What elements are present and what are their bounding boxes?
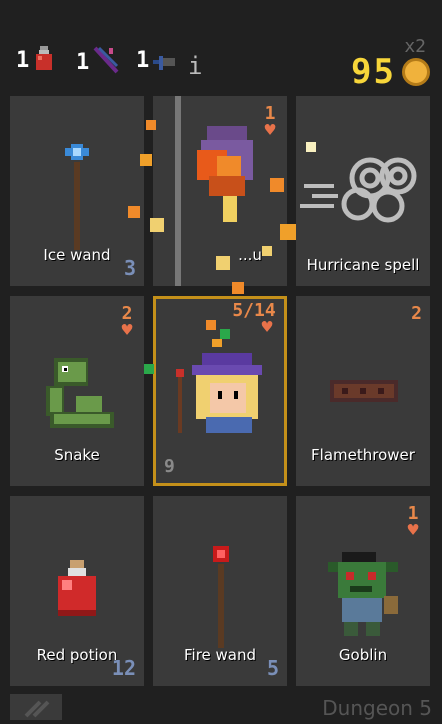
info-button[interactable]: i xyxy=(188,52,202,80)
card-name: Goblin xyxy=(338,646,388,664)
wizard-hero-icon xyxy=(176,329,262,433)
dungeon-label: Dungeon 5 xyxy=(322,696,432,720)
heart-icon: ♥ xyxy=(264,120,276,141)
flamethrower-icon xyxy=(330,380,398,402)
card-goblin[interactable]: 1 ♥ Goblin xyxy=(296,496,430,686)
gold-display: 95 xyxy=(351,52,430,92)
fire-wand-icon xyxy=(213,546,229,648)
card-name: Hurricane spell xyxy=(306,256,420,274)
snake-icon xyxy=(46,358,114,428)
arrow-icon xyxy=(153,56,176,70)
card-ice-wand[interactable]: Ice wand 3 xyxy=(10,96,144,286)
card-hp: 5/14 ♥ xyxy=(232,301,276,338)
card-hp: 2 ♥ xyxy=(118,304,136,341)
card-name: Flamethrower xyxy=(311,446,415,464)
hero-level: 9 xyxy=(164,456,175,477)
card-count: 3 xyxy=(123,256,136,280)
card-count: 12 xyxy=(111,656,136,680)
hurricane-icon xyxy=(300,157,417,223)
stripes-icon xyxy=(24,700,50,718)
heart-icon: ♥ xyxy=(121,320,133,341)
potion-count: 1 xyxy=(16,48,30,73)
card-hp: 2 xyxy=(411,304,422,324)
arrow-count: 1 xyxy=(136,48,150,73)
coin-icon xyxy=(402,58,430,86)
scroll-slot[interactable]: 1 xyxy=(76,46,119,74)
heart-icon: ♥ xyxy=(407,520,419,541)
card-flamethrower[interactable]: 2 Flamethrower xyxy=(296,296,430,486)
gold-amount: 95 xyxy=(351,52,396,92)
card-fire-wand[interactable]: Fire wand 5 xyxy=(153,496,287,686)
potion-slot[interactable]: 1 xyxy=(16,46,55,72)
card-grid: Ice wand 3 1 ♥ ...u Hurricane spell 2 ♥ … xyxy=(10,96,434,690)
potion-icon xyxy=(36,46,53,70)
burning-enemy-icon xyxy=(197,126,253,222)
card-name: Snake xyxy=(54,446,100,464)
card-count: 5 xyxy=(266,656,279,680)
card-hp: 1 ♥ xyxy=(404,504,422,541)
hp-value: 2 xyxy=(411,303,422,324)
card-hp: 1 ♥ xyxy=(261,104,279,141)
goblin-icon xyxy=(328,552,398,636)
ice-wand-icon xyxy=(65,144,89,250)
card-red-potion[interactable]: Red potion 12 xyxy=(10,496,144,686)
top-hud: 1 1 1 i x2 95 xyxy=(0,0,442,92)
card-snake[interactable]: 2 ♥ Snake xyxy=(10,296,144,486)
red-potion-icon xyxy=(58,560,96,616)
staff-divider xyxy=(175,96,181,286)
card-hero-wizard[interactable]: 5/14 ♥ 9 xyxy=(153,296,287,486)
arrow-slot[interactable]: 1 xyxy=(136,46,177,72)
menu-button[interactable] xyxy=(10,694,62,720)
card-hurricane-spell[interactable]: Hurricane spell xyxy=(296,96,430,286)
bottom-bar: Dungeon 5 xyxy=(0,692,442,720)
scroll-count: 1 xyxy=(76,50,90,75)
scroll-icon xyxy=(93,46,119,74)
heart-icon: ♥ xyxy=(261,317,273,338)
